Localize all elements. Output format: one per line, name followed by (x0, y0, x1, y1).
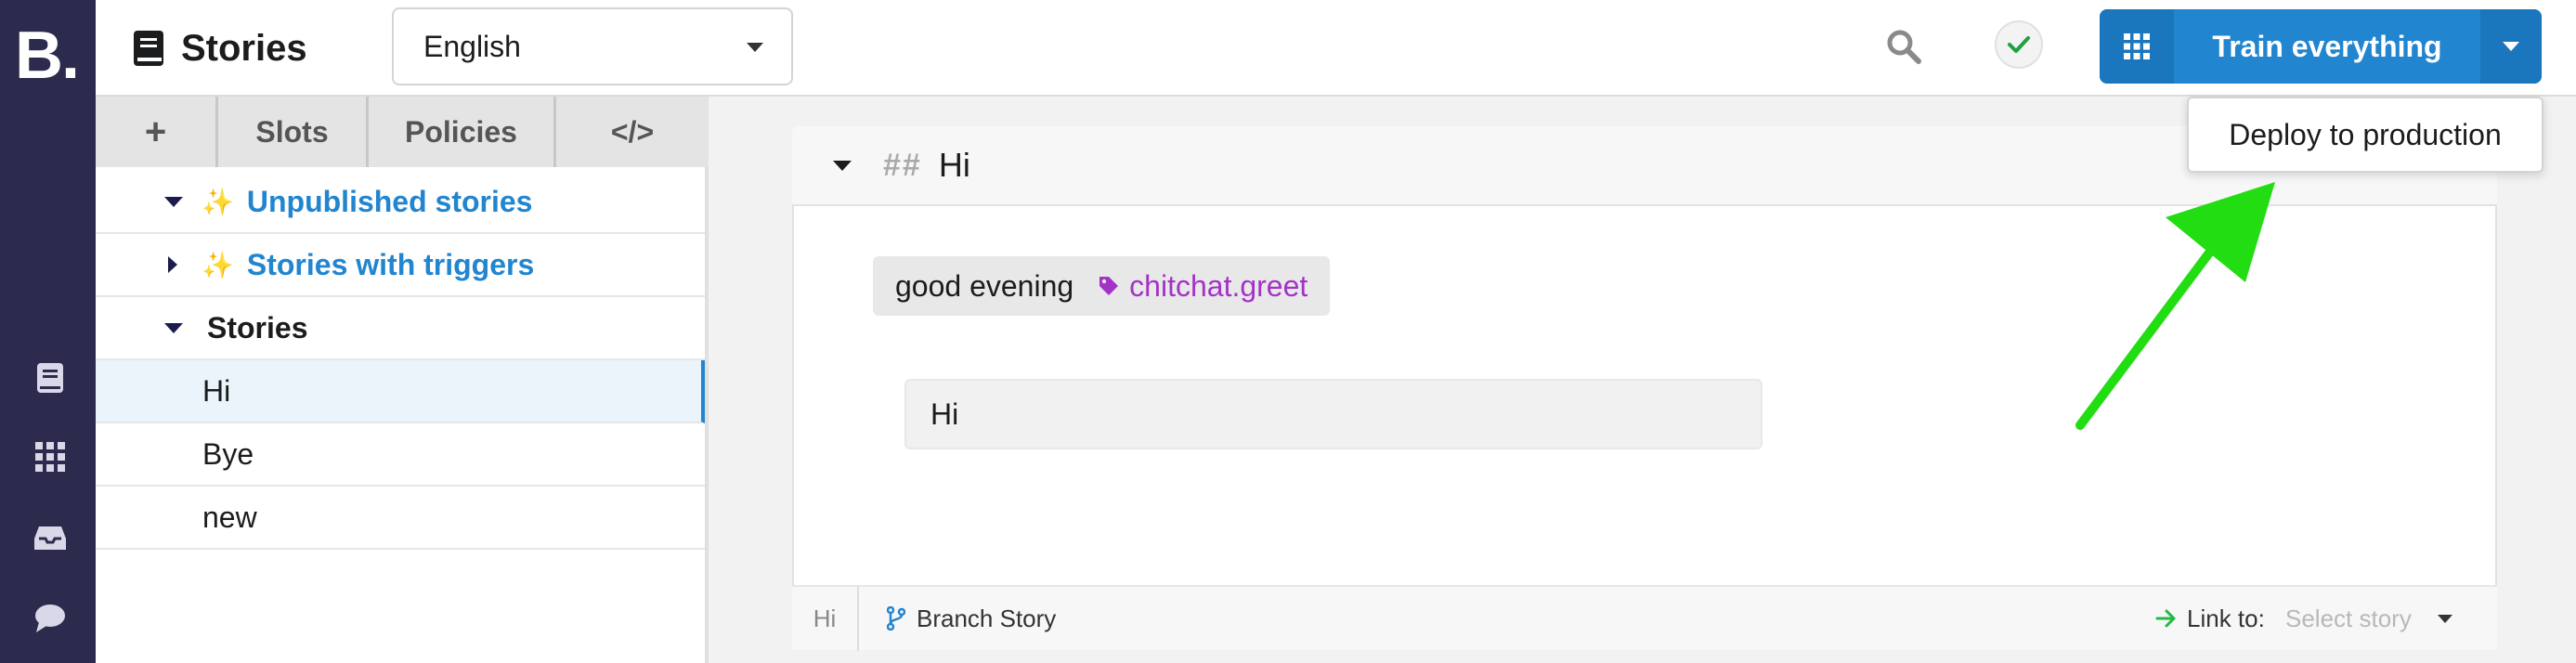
tree-group-unpublished[interactable]: ✨ Unpublished stories (96, 171, 705, 234)
intent-name: chitchat.greet (1129, 268, 1308, 303)
tree-group-stories[interactable]: Stories (96, 297, 705, 360)
app-logo[interactable]: B. (15, 19, 80, 93)
tree-item-new[interactable]: new (96, 487, 705, 550)
book-icon[interactable] (33, 361, 67, 395)
user-utterance-text: good evening (895, 268, 1074, 303)
tab-code[interactable]: </> (556, 97, 709, 167)
tree-item-hi[interactable]: Hi (96, 360, 705, 423)
tree-item-label: Hi (202, 373, 231, 408)
caret-down-icon (164, 196, 183, 207)
status-check-button[interactable] (1995, 20, 2043, 69)
language-dropdown[interactable]: English (392, 7, 793, 85)
grid-icon (2100, 9, 2174, 84)
language-value: English (423, 29, 521, 63)
tree-group-label: Unpublished stories (246, 184, 533, 218)
train-everything-button[interactable]: Train everything (2100, 9, 2542, 84)
sidebar-tabs: + Slots Policies </> (96, 97, 709, 167)
left-nav-rail (0, 0, 96, 663)
tree-group-triggers[interactable]: ✨ Stories with triggers (96, 234, 705, 297)
tree-group-label: Stories with triggers (246, 247, 535, 281)
caret-right-icon (168, 256, 177, 273)
link-story-placeholder: Select story (2285, 604, 2412, 632)
story-title[interactable]: Hi (939, 146, 970, 185)
caret-down-icon (164, 322, 183, 333)
caret-down-icon (2503, 42, 2519, 51)
page-header: Stories (133, 26, 307, 71)
link-to-label-group: Link to: (2155, 604, 2265, 633)
stories-book-icon (134, 31, 163, 66)
sparkle-icon: ✨ (202, 187, 234, 216)
deploy-to-production-item[interactable]: Deploy to production (2187, 97, 2543, 173)
branch-story-label: Branch Story (917, 604, 1057, 632)
tab-slots[interactable]: Slots (218, 97, 369, 167)
check-icon (2008, 36, 2030, 53)
branch-story-button[interactable]: Branch Story (887, 604, 1056, 633)
tab-policies[interactable]: Policies (369, 97, 556, 167)
add-story-group-button[interactable]: + (96, 97, 218, 167)
inbox-icon[interactable] (33, 522, 67, 555)
caret-down-icon (747, 43, 763, 52)
user-utterance[interactable]: good evening chitchat.greet (873, 256, 1331, 316)
markdown-hash: ## (883, 147, 922, 183)
tree-item-bye[interactable]: Bye (96, 423, 705, 487)
chat-icon[interactable] (33, 602, 67, 635)
grid-icon[interactable] (33, 440, 67, 474)
collapse-caret-icon[interactable] (833, 160, 852, 171)
intent-label[interactable]: chitchat.greet (1098, 269, 1308, 304)
sparkle-icon: ✨ (202, 250, 234, 280)
tree-item-label: Bye (202, 436, 254, 471)
story-card-footer: Hi Branch Story Link to: Select story (792, 585, 2497, 651)
bot-response[interactable]: Hi (904, 379, 1763, 449)
page-title: Stories (181, 27, 307, 69)
arrow-right-icon (2155, 609, 2176, 628)
link-to-label: Link to: (2187, 604, 2265, 632)
story-footer-name: Hi (792, 586, 859, 651)
caret-down-icon (2437, 614, 2452, 623)
tree-group-label: Stories (207, 310, 308, 344)
branch-icon (887, 606, 905, 630)
tag-icon (1099, 277, 1119, 295)
train-options-dropdown[interactable] (2480, 9, 2542, 84)
search-icon[interactable] (1885, 28, 1922, 65)
tree-item-label: new (202, 500, 257, 534)
link-story-dropdown[interactable]: Select story (2285, 604, 2452, 633)
train-label: Train everything (2212, 29, 2442, 63)
